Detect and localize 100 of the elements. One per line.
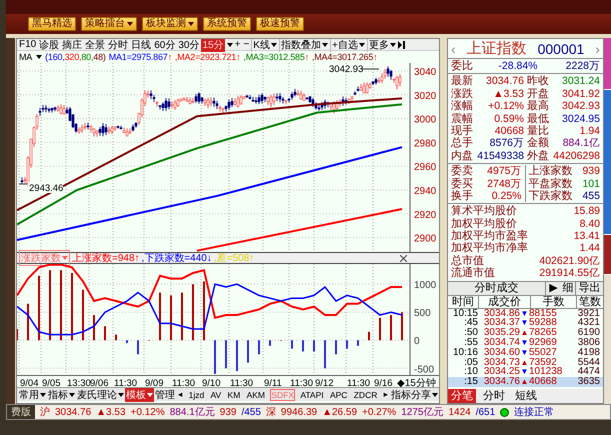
field-label: 平盘家数 — [528, 178, 572, 190]
axis-label: 9/10 — [202, 378, 220, 387]
toolbar-button[interactable]: 策略擂台 — [81, 17, 137, 31]
indicator-tab[interactable]: KM — [226, 388, 242, 400]
period-tab[interactable]: 分时 — [107, 39, 130, 52]
menu-button[interactable]: 指数叠加 — [278, 39, 329, 52]
field-label: 量比 — [527, 124, 549, 137]
field-value: 3024.95 — [561, 112, 600, 125]
field-label: 涨幅 — [451, 100, 473, 113]
trade-row[interactable]: :15 3034.76▲40668 3635 — [448, 377, 603, 388]
play-button[interactable]: ▶ — [545, 282, 561, 295]
period-tab[interactable]: 30分 — [177, 39, 200, 52]
axis-label: 3000 — [414, 114, 436, 126]
previous-button[interactable]: ‹ — [451, 40, 456, 56]
manage-button[interactable]: 管理 — [154, 388, 176, 402]
menu-tab[interactable]: 指标分享 — [390, 388, 439, 402]
trade-row[interactable]: :55 3034.74▼92969 3806 — [448, 338, 603, 348]
toolbar-button[interactable]: 系统预警 — [203, 17, 251, 31]
status-value: +0.12% — [130, 406, 165, 418]
trade-row[interactable]: 10:16 3034.60▼55027 4198 — [448, 348, 603, 358]
field-value: 41549338 — [476, 150, 524, 162]
menu-tab[interactable]: 指标 — [47, 388, 76, 402]
trade-row[interactable]: :10 3034.25▼101238 4474 — [448, 367, 603, 378]
panel-tab[interactable]: 分笔 — [448, 389, 476, 403]
field-value: +0.12% — [487, 100, 524, 113]
trade-count: 6190 — [576, 328, 600, 338]
axis-label: 3040 — [414, 67, 436, 78]
trade-row[interactable]: :45 3034.37▼59288 4321 — [448, 318, 603, 328]
export-button[interactable]: 导出 — [575, 282, 603, 295]
trade-time: :55 — [464, 338, 478, 348]
trade-row[interactable]: :50 3035.29▲78265 6190 — [448, 328, 603, 338]
field-value: 455 — [581, 190, 600, 202]
axis-label: 0 — [414, 336, 420, 348]
toolbar-button[interactable]: 黑马精选 — [28, 17, 76, 31]
axis-label: 9/06 — [90, 378, 108, 387]
axis-label: 500 — [414, 308, 431, 320]
axis-label: 13:30 — [67, 378, 91, 387]
trend-arrow: ▼ — [520, 338, 529, 348]
trend-arrow: ▲ — [520, 358, 529, 368]
field-value: 2748万 — [486, 178, 522, 190]
menu-button[interactable]: K线 — [251, 39, 278, 52]
trade-price: 3034.74 — [482, 338, 520, 348]
trade-count: 4321 — [576, 318, 600, 328]
field-value: 939 — [581, 165, 600, 178]
index-name: 上证指数 — [466, 39, 527, 58]
indicator-tab[interactable]: ATAPI — [299, 388, 325, 400]
field-label: 下跌家数 — [528, 190, 572, 202]
panel-tab[interactable]: 短线 — [512, 389, 540, 403]
indicator-tab[interactable]: 1jzd — [188, 388, 206, 400]
zoom-button[interactable]: + — [234, 39, 242, 50]
indicator-tab[interactable]: APC — [328, 388, 348, 400]
trade-row[interactable]: 10:15 3034.86▼88155 3921 — [448, 308, 603, 318]
panel-tab[interactable]: 分时 — [480, 389, 508, 403]
indicator-tab[interactable]: ZDCR — [352, 388, 378, 400]
next-button[interactable]: › — [595, 40, 600, 56]
field-label: 换手 — [451, 190, 473, 202]
menu-button[interactable]: +自选 — [330, 39, 366, 52]
field-value: 8.40 — [578, 218, 600, 230]
status-value: 884.1亿元 — [170, 406, 215, 419]
detail-button[interactable]: 细 — [561, 282, 575, 295]
toolbar-button[interactable]: 极速预警 — [256, 17, 304, 31]
field-value: 40668 — [494, 124, 524, 138]
axis-label: 9/04 — [20, 378, 38, 387]
scroll-right-button[interactable]: ▸ — [382, 388, 389, 401]
toolbar-link[interactable]: 诊股 — [38, 39, 60, 52]
zoom-button[interactable]: − — [242, 39, 250, 50]
toolbar-link[interactable]: F10 — [18, 39, 38, 50]
period-tab[interactable]: 60分 — [153, 39, 176, 52]
axis-label: 9/16 — [374, 378, 392, 387]
period-tab[interactable]: 日线 — [130, 39, 152, 52]
scroll-left-button[interactable]: ◂ — [177, 388, 184, 401]
trend-arrow: ▼ — [520, 318, 529, 328]
trade-row[interactable]: :05 3034.73▲73592 5544 — [448, 358, 603, 368]
trade-count: 4474 — [576, 367, 600, 378]
menu-tab[interactable]: 模板 — [125, 388, 154, 402]
axis-label: -500 — [414, 364, 434, 375]
field-label: 总市值 — [451, 254, 484, 267]
trade-volume: 88155 — [529, 308, 558, 318]
axis-label: 11:30 — [290, 378, 314, 387]
axis-label: 11:30 — [114, 378, 138, 387]
indicator-tab[interactable]: AKM — [246, 388, 266, 400]
toolbar-button[interactable]: 板块监测 — [142, 17, 198, 31]
toolbar-link[interactable]: 全景 — [84, 39, 106, 52]
toolbar-link[interactable]: 摘庄 — [61, 39, 84, 52]
menu-tab[interactable]: 常用 — [18, 388, 47, 402]
trend-arrow: ▼ — [520, 367, 529, 378]
field-label: 内盘 — [451, 150, 473, 162]
period-tab[interactable]: 15分 — [201, 39, 225, 52]
indicator-menu[interactable]: MA — [19, 52, 32, 62]
field-label: 开盘 — [527, 88, 549, 100]
trend-arrow: ▼ — [520, 348, 529, 358]
trade-count: 3921 — [576, 308, 600, 318]
parameter-text: 320, — [64, 52, 82, 62]
status-value: ▲26.59 — [322, 406, 357, 418]
field-label: 现手 — [451, 124, 473, 137]
axis-label: 11:30 — [347, 378, 370, 387]
indicator-tab[interactable]: AV — [210, 388, 222, 400]
column-header: 手数 — [530, 296, 576, 309]
field-label: 加权平均市盈率 — [451, 230, 528, 242]
axis-label: 2980 — [414, 138, 436, 150]
